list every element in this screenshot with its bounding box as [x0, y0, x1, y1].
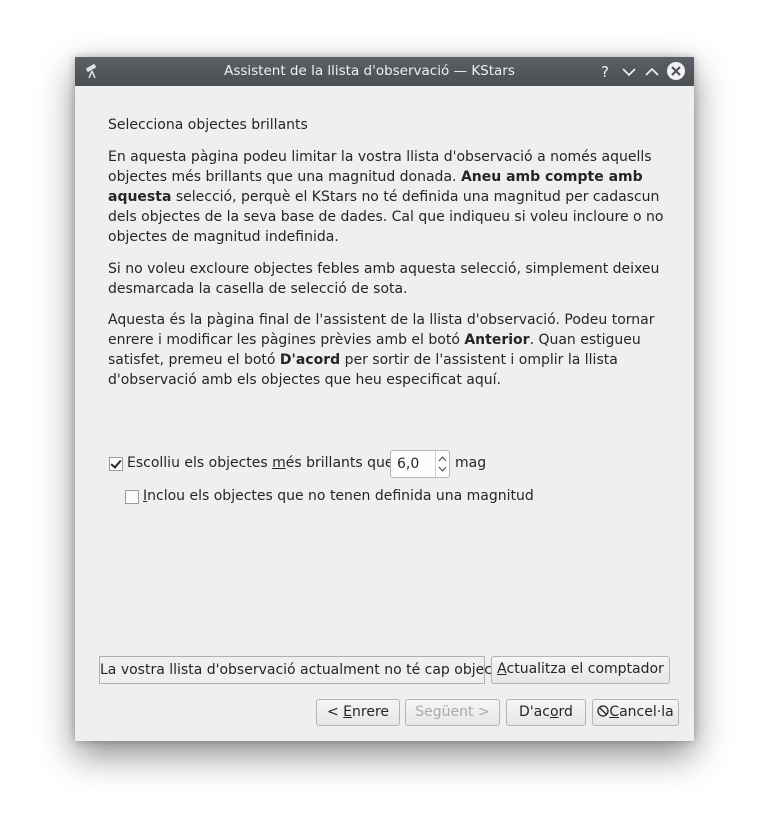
- brightest-label-pre: Escolliu els objectes: [127, 455, 273, 471]
- hint-paragraph: Si no voleu excloure objectes febles amb…: [108, 261, 660, 297]
- magnitude-unit: mag: [455, 455, 487, 471]
- window-title: Assistent de la llista d'observació — KS…: [224, 63, 515, 79]
- magnitude-value[interactable]: 6,0: [397, 454, 419, 474]
- maximize-icon[interactable]: [642, 62, 662, 82]
- title-bar[interactable]: Assistent de la llista d'observació — KS…: [75, 57, 694, 86]
- p3-bold-back: Anterior: [464, 332, 530, 348]
- ok-post: rd: [558, 704, 573, 720]
- back-post: nrere: [352, 704, 390, 720]
- cancel-icon: [597, 705, 609, 717]
- p3-bold-ok: D'acord: [279, 352, 341, 368]
- back-pre: <: [326, 704, 344, 720]
- include-rest: nclou els objectes que no tenen definida…: [147, 488, 534, 504]
- cancel-accel: C: [609, 704, 620, 720]
- brightest-label-accel: m: [272, 455, 286, 471]
- cancel-button[interactable]: Cancel·la: [592, 699, 679, 726]
- page-title: Selecciona objectes brillants: [108, 117, 308, 133]
- ok-pre: D'ac: [519, 704, 550, 720]
- back-accel: E: [343, 704, 353, 720]
- telescope-icon: [86, 64, 96, 79]
- ok-button[interactable]: D'acord: [506, 699, 586, 726]
- next-button[interactable]: Següent >: [405, 699, 500, 726]
- spin-arrows[interactable]: [435, 451, 449, 477]
- final-paragraph: Aquesta és la pàgina final de l'assisten…: [108, 310, 668, 390]
- close-icon[interactable]: [666, 61, 686, 81]
- object-count-label: La vostra llista d'observació actualment…: [99, 656, 510, 684]
- brightest-label[interactable]: Escolliu els objectes més brillants que:: [127, 453, 398, 473]
- include-undefined-label[interactable]: Inclou els objectes que no tenen definid…: [143, 486, 534, 506]
- spin-arrow-icons[interactable]: [436, 451, 449, 477]
- update-count-button[interactable]: Actualitza el comptador: [491, 656, 670, 684]
- minimize-icon[interactable]: [619, 62, 639, 82]
- include-undefined-checkbox[interactable]: [125, 490, 139, 504]
- p1-text-end: selecció, perquè el KStars no té definid…: [108, 189, 664, 245]
- intro-paragraph: En aquesta pàgina podeu limitar la vostr…: [108, 147, 668, 247]
- help-icon[interactable]: ?: [595, 62, 615, 82]
- brightest-checkbox[interactable]: [109, 457, 123, 471]
- ok-accel: o: [549, 704, 559, 720]
- cancel-post: ancel·la: [619, 704, 674, 720]
- brightest-label-post: és brillants que:: [285, 455, 399, 471]
- magnitude-spinbox[interactable]: 6,0: [390, 450, 450, 478]
- update-accel: A: [497, 661, 507, 677]
- update-rest: ctualitza el comptador: [506, 661, 664, 677]
- back-button[interactable]: < Enrere: [316, 699, 400, 726]
